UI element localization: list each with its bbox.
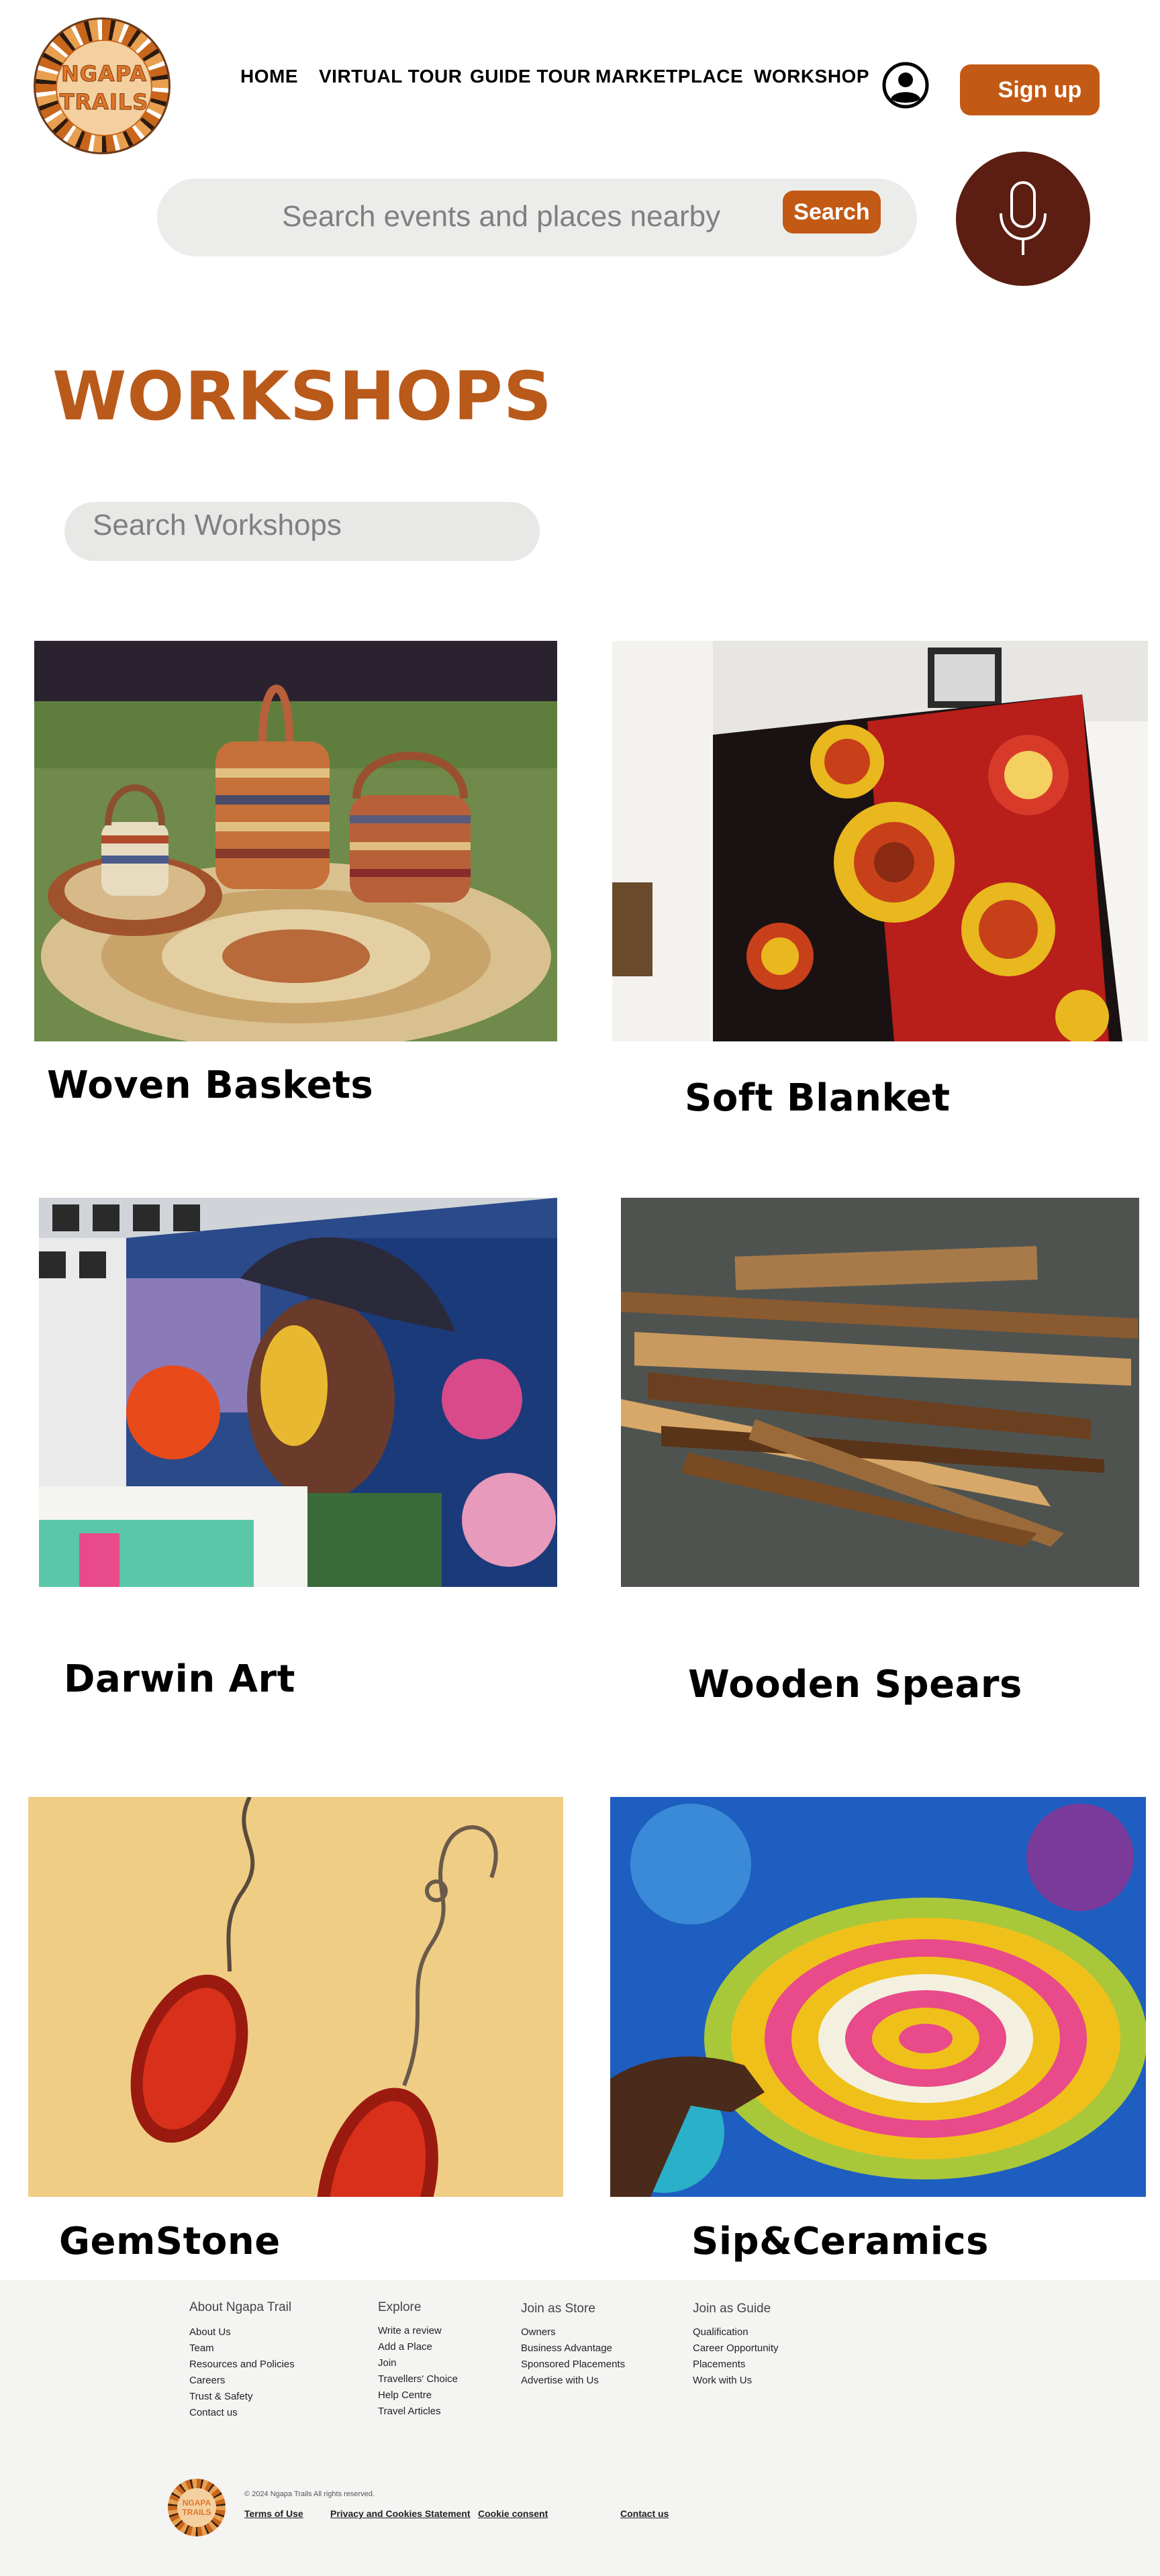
footer-heading: Join as Guide [693,2302,771,2316]
footer-link[interactable]: Contact us [189,2405,295,2421]
nav-guide-tour[interactable]: GUIDE TOUR [470,66,591,87]
workshop-image-gemstone[interactable] [28,1797,563,2197]
workshop-title[interactable]: Darwin Art [64,1657,295,1701]
footer-column-about: About Ngapa Trail About Us Team Resource… [189,2300,295,2421]
footer-logo[interactable]: NGAPA TRAILS [168,2479,226,2536]
contact-link[interactable]: Contact us [620,2508,669,2519]
footer-link[interactable]: Team [189,2340,295,2357]
sip-ceramics-photo [610,1797,1146,2197]
soft-blanket-photo [612,641,1148,1041]
brand-logo[interactable]: NGAPA TRAILS [34,17,171,154]
woven-baskets-photo [34,641,557,1041]
nav-virtual-tour[interactable]: VIRTUAL TOUR [319,66,462,87]
footer-link[interactable]: Travellers' Choice [378,2371,458,2387]
workshop-image-darwin-art[interactable] [39,1198,557,1587]
footer-link[interactable]: Placements [693,2357,779,2373]
footer-link[interactable]: Sponsored Placements [521,2357,625,2373]
footer-link[interactable]: Resources and Policies [189,2357,295,2373]
workshop-title[interactable]: GemStone [59,2220,281,2263]
workshop-search-input[interactable]: Search Workshops [93,509,342,542]
logo-text-line2: TRAILS [59,89,149,115]
footer-link[interactable]: Business Advantage [521,2340,625,2357]
microphone-icon [1000,181,1047,255]
wooden-spears-photo [621,1198,1139,1587]
workshop-image-sip-ceramics[interactable] [610,1797,1146,2197]
footer-logo-line1: NGAPA [182,2498,211,2508]
copyright: © 2024 Ngapa Trails All rights reserved. [244,2490,375,2498]
footer-logo-badge: NGAPA TRAILS [177,2488,216,2527]
terms-link[interactable]: Terms of Use [244,2508,303,2519]
footer-link[interactable]: Work with Us [693,2373,779,2389]
workshop-image-wooden-spears[interactable] [621,1198,1139,1587]
cookie-consent-link[interactable]: Cookie consent [478,2508,548,2519]
footer-link[interactable]: Career Opportunity [693,2340,779,2357]
signup-button[interactable]: Sign up [960,64,1100,115]
workshop-image-soft-blanket[interactable] [612,641,1148,1041]
microphone-button[interactable] [956,152,1090,286]
workshop-title[interactable]: Soft Blanket [685,1076,950,1120]
logo-text-line1: NGAPA [60,61,148,87]
footer-heading: Join as Store [521,2302,595,2316]
darwin-art-photo [39,1198,557,1587]
privacy-link[interactable]: Privacy and Cookies Statement [330,2508,471,2519]
user-circle-icon[interactable] [882,62,929,109]
footer-column-explore: Explore Write a review Add a Place Join … [378,2300,458,2420]
workshop-title[interactable]: Wooden Spears [688,1663,1022,1706]
footer-link[interactable]: About Us [189,2324,295,2340]
footer-column-guide: Join as Guide Qualification Career Oppor… [693,2302,779,2389]
footer-column-store: Join as Store Owners Business Advantage … [521,2302,625,2389]
footer-link[interactable]: Write a review [378,2323,458,2339]
footer-heading: Explore [378,2300,422,2314]
search-button[interactable]: Search [783,191,881,234]
footer-link[interactable]: Qualification [693,2324,779,2340]
logo-badge: NGAPA TRAILS [56,40,152,136]
footer-link[interactable]: Owners [521,2324,625,2340]
workshop-image-woven-baskets[interactable] [34,641,557,1041]
footer-link[interactable]: Advertise with Us [521,2373,625,2389]
footer-link[interactable]: Trust & Safety [189,2389,295,2405]
footer-link[interactable]: Help Centre [378,2387,458,2404]
footer-link[interactable]: Join [378,2355,458,2371]
workshop-title[interactable]: Woven Baskets [47,1064,373,1107]
footer-link[interactable]: Travel Articles [378,2404,458,2420]
search-input[interactable]: Search events and places nearby [282,200,720,234]
page-title: WORKSHOPS [52,357,552,435]
footer-link[interactable]: Careers [189,2373,295,2389]
workshop-title[interactable]: Sip&Ceramics [691,2220,989,2263]
nav-home[interactable]: HOME [240,66,298,87]
footer-logo-line2: TRAILS [182,2508,211,2517]
gemstone-photo [28,1797,563,2197]
footer-link[interactable]: Add a Place [378,2339,458,2355]
footer-heading: About Ngapa Trail [189,2300,292,2314]
nav-marketplace[interactable]: MARKETPLACE [595,66,743,87]
nav-workshop[interactable]: WORKSHOP [754,66,869,87]
